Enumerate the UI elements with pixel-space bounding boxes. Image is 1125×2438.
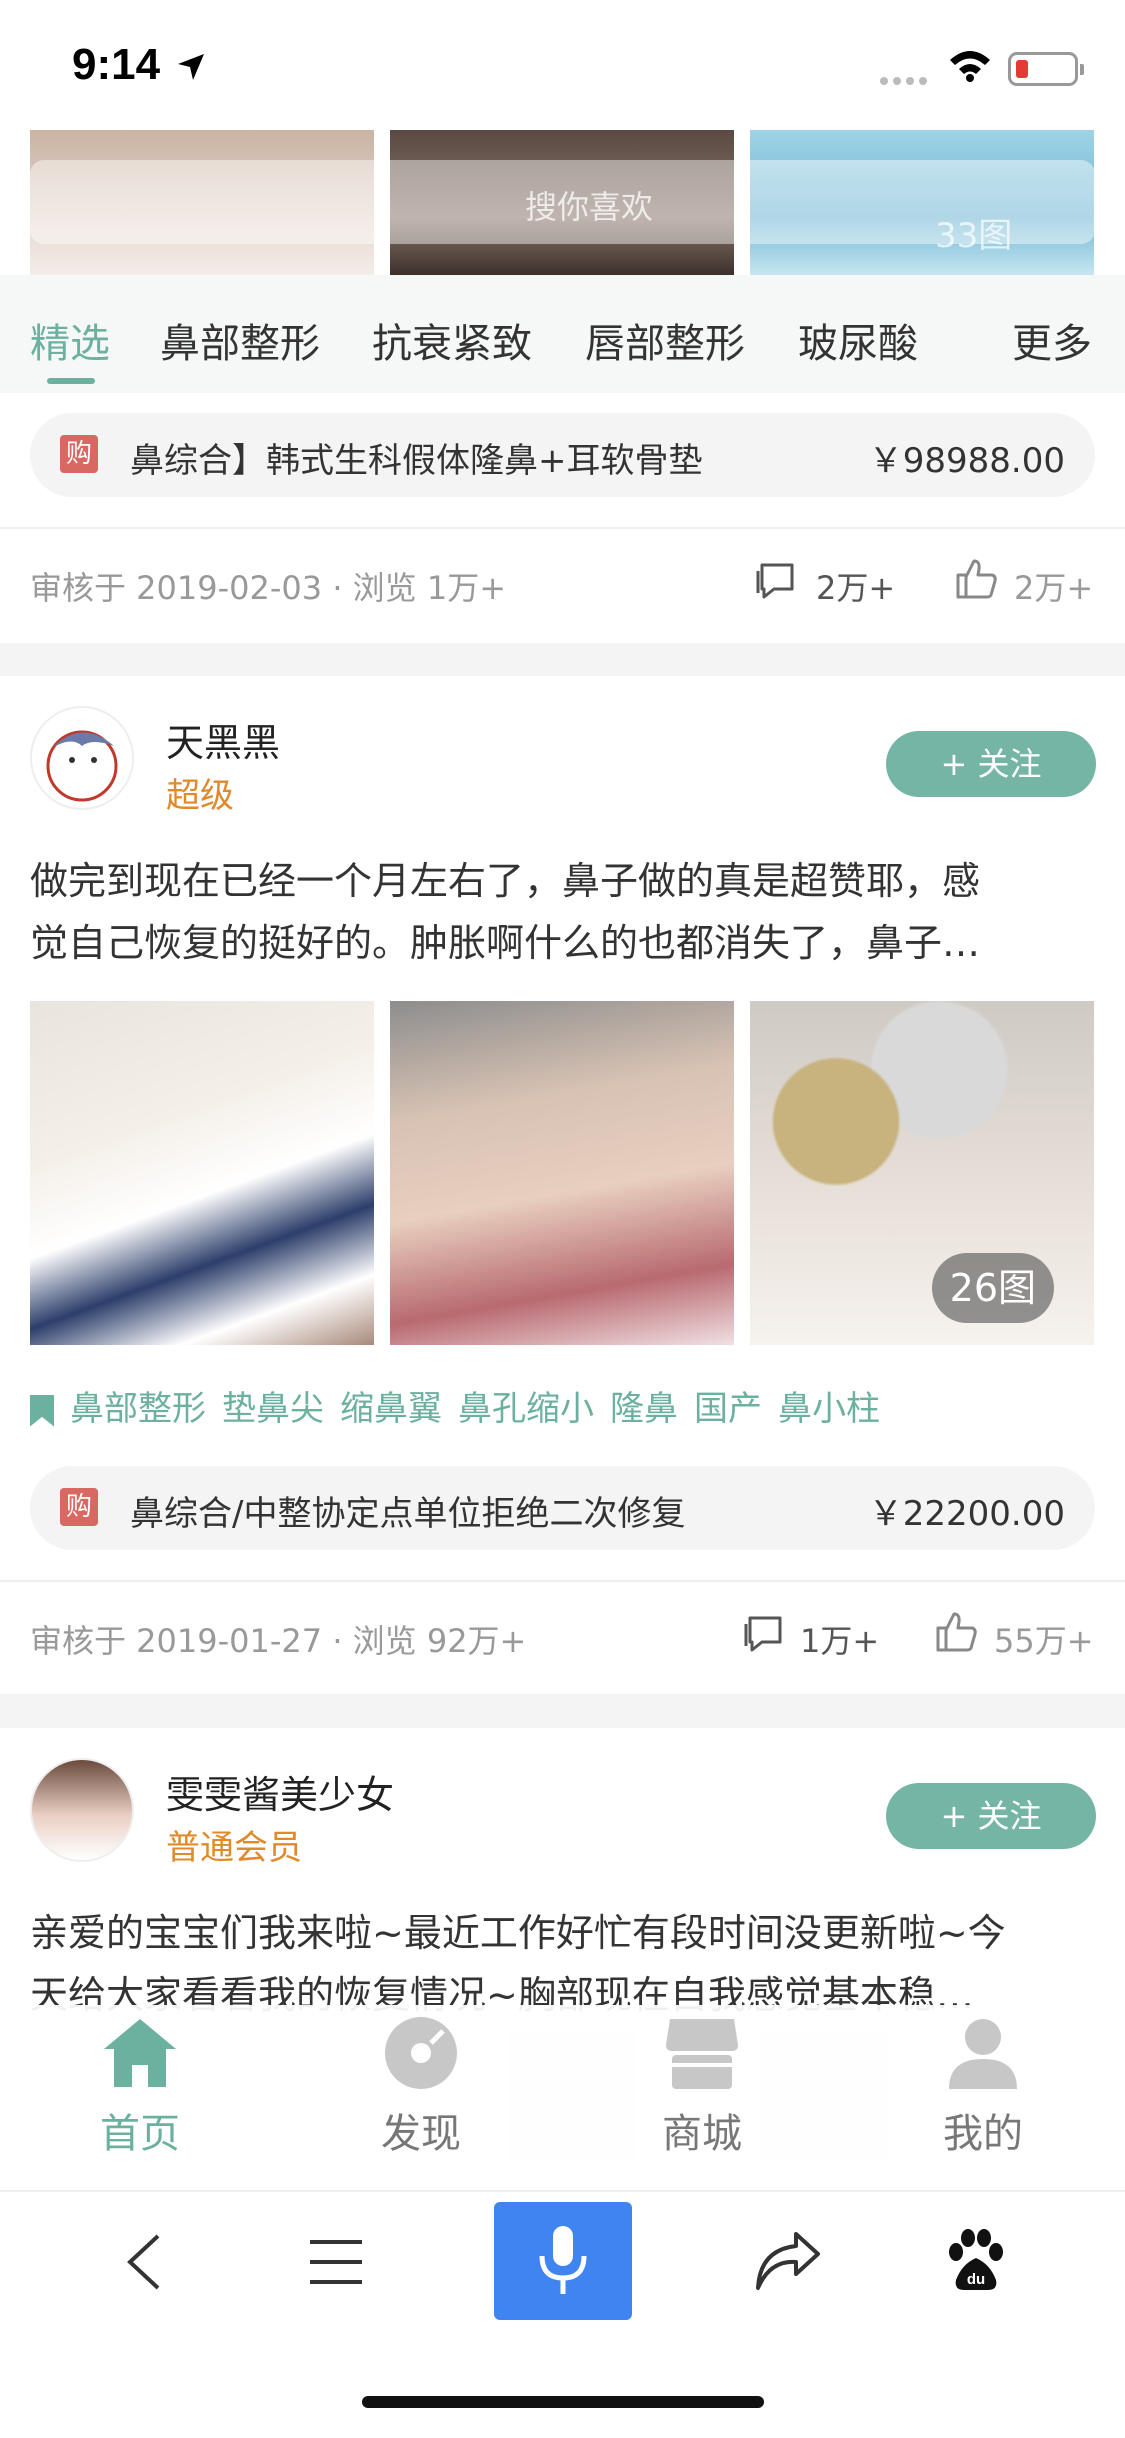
tag-list: 鼻部整形 垫鼻尖 缩鼻翼 鼻孔缩小 隆鼻 国产 鼻小柱 [30, 1381, 896, 1430]
tab-home[interactable]: 首页 [50, 2015, 230, 2159]
like-count: 55万+ [994, 1622, 1094, 1660]
post-image[interactable]: 26图 [750, 1001, 1094, 1345]
shop-icon [666, 2019, 738, 2089]
battery-icon [1008, 52, 1084, 86]
comment-count: 1万+ [800, 1622, 880, 1660]
like-icon[interactable] [932, 1608, 980, 1656]
tag[interactable]: 鼻孔缩小 [458, 1389, 594, 1429]
wifi-icon [950, 51, 990, 82]
home-indicator [362, 2396, 764, 2408]
tag[interactable]: 国产 [694, 1389, 762, 1429]
product-link[interactable]: 购 鼻综合】韩式生科假体隆鼻+耳软骨垫 ￥98988.00 [30, 413, 1095, 497]
bottom-tab-bar: 首页 发现 商城 我的 [0, 2005, 1125, 2190]
buy-badge: 购 [60, 1488, 98, 1526]
avatar[interactable] [30, 706, 134, 810]
tab-nose[interactable]: 鼻部整形 [160, 311, 320, 369]
buy-badge: 购 [60, 435, 98, 473]
baidu-icon[interactable]: du [944, 2228, 1008, 2294]
tag[interactable]: 隆鼻 [610, 1389, 678, 1429]
comment-icon[interactable] [740, 1610, 788, 1658]
post-meta: 审核于 2019-01-27 · 浏览 92万+ [30, 1622, 527, 1660]
post-image[interactable] [30, 1001, 374, 1345]
signal-icon [880, 70, 934, 85]
like-icon[interactable] [952, 555, 1000, 603]
tab-anti-aging[interactable]: 抗衰紧致 [372, 311, 532, 369]
product-price: ￥98988.00 [868, 441, 1065, 481]
comment-icon[interactable] [752, 557, 800, 605]
tab-lips[interactable]: 唇部整形 [585, 311, 745, 369]
divider [0, 1580, 1125, 1582]
post-card: 雯雯酱美少女 普通会员 + 关注 亲爱的宝宝们我来啦~最近工作好忙有段时间没更新… [0, 1728, 1125, 2018]
like-count: 2万+ [1014, 569, 1094, 607]
product-link[interactable]: 购 鼻综合/中整协定点单位拒绝二次修复 ￥22200.00 [30, 1466, 1095, 1550]
profile-icon [949, 2019, 1017, 2089]
discover-icon [385, 2017, 457, 2089]
cartoon-avatar-icon [46, 730, 118, 802]
tab-more[interactable]: 更多 [1012, 311, 1092, 369]
post-text[interactable]: 做完到现在已经一个月左右了，鼻子做的真是超赞耶，感 觉自己恢复的挺好的。肿胀啊什… [30, 850, 1095, 974]
tab-discover[interactable]: 发现 [331, 2015, 511, 2159]
post-text[interactable]: 亲爱的宝宝们我来啦~最近工作好忙有段时间没更新啦~今 天给大家看看我的恢复情况~… [30, 1902, 1095, 2018]
image-count-badge: 33图 [935, 216, 1013, 256]
username[interactable]: 天黑黑 [166, 712, 280, 767]
post-meta: 审核于 2019-02-03 · 浏览 1万+ [30, 569, 507, 607]
share-icon[interactable] [752, 2228, 822, 2294]
follow-button[interactable]: + 关注 [886, 731, 1096, 797]
product-name: 鼻综合/中整协定点单位拒绝二次修复 [130, 1494, 686, 1534]
bookmark-icon [30, 1394, 54, 1427]
home-icon [104, 2019, 176, 2087]
product-name: 鼻综合】韩式生科假体隆鼻+耳软骨垫 [130, 441, 703, 481]
category-tabs: 精选 鼻部整形 抗衰紧致 唇部整形 玻尿酸 更多 [0, 275, 1125, 393]
active-tab-indicator [47, 378, 95, 384]
mic-icon [539, 2226, 587, 2294]
tab-featured[interactable]: 精选 [30, 311, 110, 369]
tag[interactable]: 鼻小柱 [778, 1389, 880, 1429]
user-level: 普通会员 [166, 1828, 302, 1868]
back-icon[interactable] [120, 2232, 170, 2292]
comment-count: 2万+ [816, 569, 896, 607]
post-card: 购 鼻综合】韩式生科假体隆鼻+耳软骨垫 ￥98988.00 审核于 2019-0… [0, 393, 1125, 643]
product-price: ￥22200.00 [868, 1494, 1065, 1534]
search-placeholder: 搜你喜欢 [525, 188, 654, 226]
image-count-badge: 26图 [931, 1253, 1054, 1323]
username[interactable]: 雯雯酱美少女 [166, 1764, 394, 1819]
post-image[interactable] [390, 1001, 734, 1345]
tab-profile[interactable]: 我的 [893, 2015, 1073, 2159]
tab-hyaluronic[interactable]: 玻尿酸 [798, 311, 918, 369]
svg-text:du: du [967, 2271, 985, 2288]
tag[interactable]: 缩鼻翼 [340, 1389, 442, 1429]
tag[interactable]: 鼻部整形 [70, 1389, 206, 1429]
divider [0, 527, 1125, 529]
follow-button[interactable]: + 关注 [886, 1783, 1096, 1849]
avatar[interactable] [30, 1758, 134, 1862]
tab-shop[interactable]: 商城 [612, 2015, 792, 2159]
user-level: 超级 [166, 776, 234, 816]
tag[interactable]: 垫鼻尖 [222, 1389, 324, 1429]
location-arrow-icon [178, 54, 204, 80]
status-time: 9:14 [72, 40, 161, 89]
voice-search-button[interactable] [494, 2202, 632, 2320]
menu-icon[interactable] [308, 2238, 364, 2286]
post-card: 天黑黑 超级 + 关注 做完到现在已经一个月左右了，鼻子做的真是超赞耶，感 觉自… [0, 676, 1125, 1694]
